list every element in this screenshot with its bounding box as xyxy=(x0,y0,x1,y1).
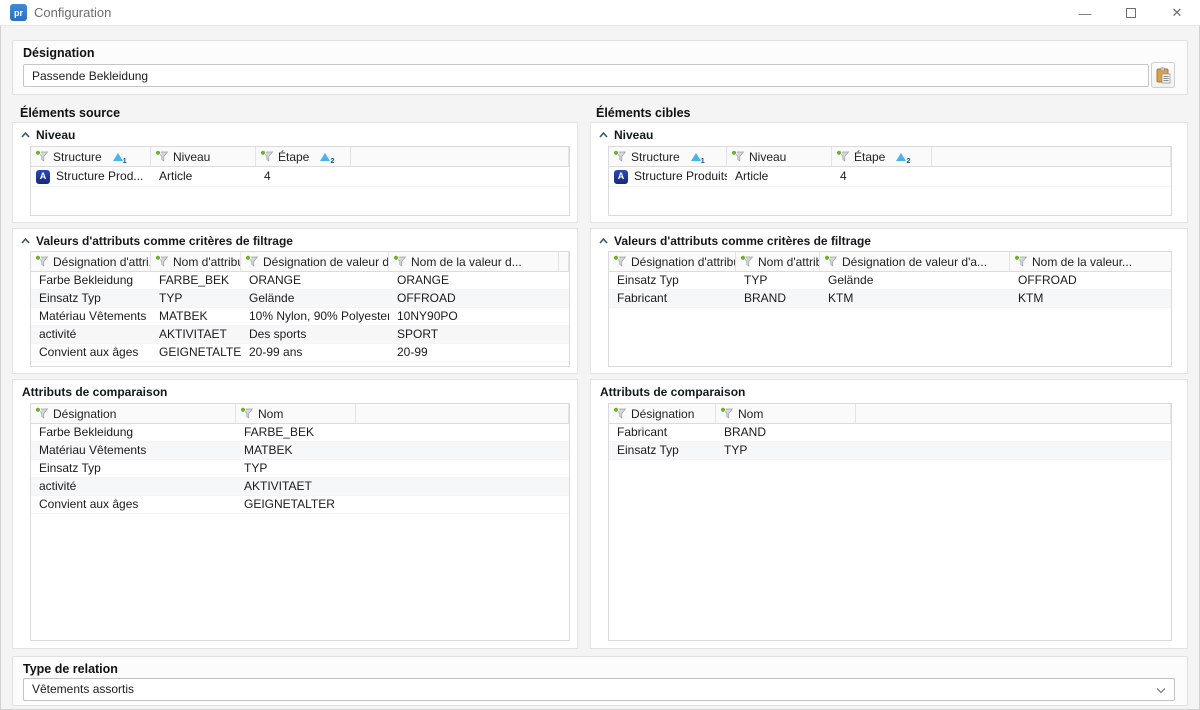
minimize-button[interactable]: — xyxy=(1062,0,1108,26)
filter-icon xyxy=(613,255,627,268)
table-row[interactable]: Einsatz Typ TYP xyxy=(609,442,1171,460)
table-row[interactable]: Matériau Vêtements MATBEK 10% Nylon, 90%… xyxy=(31,308,569,326)
target-elements-title: Éléments cibles xyxy=(596,106,691,120)
configuration-window: pr Configuration — ✕ Désignation Élément… xyxy=(0,0,1200,710)
column-header-niveau[interactable]: Niveau xyxy=(151,147,256,166)
filter-icon xyxy=(1014,255,1028,268)
maximize-button[interactable] xyxy=(1108,0,1154,26)
target-niveau-table: Structure 1 Niveau Étape 2 AStructure Pr… xyxy=(608,146,1172,216)
column-header[interactable]: Désignation xyxy=(31,404,236,423)
sort-indicator: 2 xyxy=(896,152,908,162)
table-row[interactable]: Convient aux âges GEIGNETALTER 20-99 ans… xyxy=(31,344,569,362)
designation-input[interactable] xyxy=(23,64,1149,87)
filter-icon xyxy=(155,255,169,268)
app-icon: pr xyxy=(10,4,27,21)
column-header[interactable]: Nom xyxy=(236,404,356,423)
designation-group: Désignation xyxy=(12,40,1188,95)
translations-button[interactable] xyxy=(1151,62,1175,88)
maximize-icon xyxy=(1126,8,1136,18)
target-comparison-panel: Attributs de comparaison Désignation Nom… xyxy=(590,379,1188,649)
source-niveau-table: Structure 1 Niveau Étape 2 AStructure Pr… xyxy=(30,146,570,216)
filter-icon xyxy=(240,407,254,420)
target-filter-values-table: Désignation d'attribut Nom d'attribut Dé… xyxy=(608,251,1172,367)
article-type-icon: A xyxy=(36,170,50,184)
column-header[interactable]: Nom xyxy=(716,404,856,423)
filter-icon xyxy=(35,255,49,268)
column-header[interactable]: Désignation xyxy=(609,404,716,423)
chevron-up-icon xyxy=(599,238,608,244)
source-comparison-panel: Attributs de comparaison Désignation Nom… xyxy=(12,379,578,649)
relation-type-select[interactable]: Vêtements assortis xyxy=(23,678,1175,701)
sort-indicator: 1 xyxy=(691,152,703,162)
column-header[interactable]: Nom de la valeur... xyxy=(1010,252,1172,271)
relation-type-group: Type de relation Vêtements assortis xyxy=(12,656,1188,706)
column-header-etape[interactable]: Étape 2 xyxy=(832,147,932,166)
filter-icon xyxy=(393,255,407,268)
table-row[interactable]: Fabricant BRAND xyxy=(609,424,1171,442)
table-row[interactable]: Fabricant BRAND KTM KTM xyxy=(609,290,1171,308)
column-header[interactable]: Désignation d'attribut xyxy=(609,252,736,271)
designation-label: Désignation xyxy=(23,46,95,60)
window-title: Configuration xyxy=(34,5,111,20)
chevron-up-icon xyxy=(21,132,30,138)
source-filter-values-header[interactable]: Valeurs d'attributs comme critères de fi… xyxy=(21,234,293,248)
target-comparison-table: Désignation Nom Fabricant BRAND Einsatz … xyxy=(608,403,1172,641)
target-niveau-header[interactable]: Niveau xyxy=(599,128,653,142)
column-header[interactable]: Nom de la valeur d... xyxy=(389,252,559,271)
table-row[interactable]: AStructure Prod... Article 4 xyxy=(31,167,569,187)
source-filter-values-panel: Valeurs d'attributs comme critères de fi… xyxy=(12,228,578,374)
table-row[interactable]: activité AKTIVITAET Des sports SPORT xyxy=(31,326,569,344)
table-row[interactable]: Einsatz Typ TYP Gelände OFFROAD xyxy=(609,272,1171,290)
target-filter-values-header[interactable]: Valeurs d'attributs comme critères de fi… xyxy=(599,234,871,248)
sort-indicator: 1 xyxy=(113,152,125,162)
column-header[interactable]: Désignation d'attri... xyxy=(31,252,151,271)
source-comparison-header: Attributs de comparaison xyxy=(22,385,167,399)
filter-icon xyxy=(836,150,850,163)
filter-icon xyxy=(35,407,49,420)
filter-icon xyxy=(824,255,838,268)
filter-icon xyxy=(260,150,274,163)
sort-indicator: 2 xyxy=(320,152,332,162)
target-niveau-panel: Niveau Structure 1 Niveau Étape 2 xyxy=(590,122,1188,223)
source-comparison-table: Désignation Nom Farbe Bekleidung FARBE_B… xyxy=(30,403,570,641)
column-header-niveau[interactable]: Niveau xyxy=(727,147,832,166)
title-bar: pr Configuration — ✕ xyxy=(0,0,1200,26)
target-filter-values-panel: Valeurs d'attributs comme critères de fi… xyxy=(590,228,1188,374)
column-header-etape[interactable]: Étape 2 xyxy=(256,147,351,166)
chevron-down-icon xyxy=(1156,687,1166,694)
filter-icon xyxy=(731,150,745,163)
filter-icon xyxy=(613,407,627,420)
relation-type-label: Type de relation xyxy=(23,662,118,676)
filter-icon xyxy=(245,255,259,268)
table-row[interactable]: AStructure Produits Article 4 xyxy=(609,167,1171,187)
source-niveau-header[interactable]: Niveau xyxy=(21,128,75,142)
chevron-up-icon xyxy=(599,132,608,138)
clipboard-icon xyxy=(1155,67,1171,84)
column-header[interactable]: Désignation de valeur d'a... xyxy=(241,252,389,271)
close-button[interactable]: ✕ xyxy=(1154,0,1200,26)
article-type-icon: A xyxy=(614,170,628,184)
table-row[interactable]: Einsatz Typ TYP xyxy=(31,460,569,478)
filter-icon xyxy=(155,150,169,163)
filter-icon xyxy=(720,407,734,420)
table-row[interactable]: activité AKTIVITAET xyxy=(31,478,569,496)
column-header-structure[interactable]: Structure 1 xyxy=(31,147,151,166)
filter-icon xyxy=(740,255,754,268)
table-row[interactable]: Convient aux âges GEIGNETALTER xyxy=(31,496,569,514)
filter-icon xyxy=(613,150,627,163)
filter-icon xyxy=(35,150,49,163)
source-niveau-panel: Niveau Structure 1 Niveau Étape 2 xyxy=(12,122,578,223)
table-row[interactable]: Einsatz Typ TYP Gelände OFFROAD xyxy=(31,290,569,308)
column-header[interactable]: Nom d'attribut xyxy=(151,252,241,271)
column-header[interactable]: Désignation de valeur d'a... xyxy=(820,252,1010,271)
chevron-up-icon xyxy=(21,238,30,244)
table-row[interactable]: Farbe Bekleidung FARBE_BEK xyxy=(31,424,569,442)
source-elements-title: Éléments source xyxy=(20,106,120,120)
target-comparison-header: Attributs de comparaison xyxy=(600,385,745,399)
column-header-structure[interactable]: Structure 1 xyxy=(609,147,727,166)
column-header[interactable]: Nom d'attribut xyxy=(736,252,820,271)
table-row[interactable]: Matériau Vêtements MATBEK xyxy=(31,442,569,460)
source-filter-values-table: Désignation d'attri... Nom d'attribut Dé… xyxy=(30,251,570,367)
table-row[interactable]: Farbe Bekleidung FARBE_BEK ORANGE ORANGE xyxy=(31,272,569,290)
